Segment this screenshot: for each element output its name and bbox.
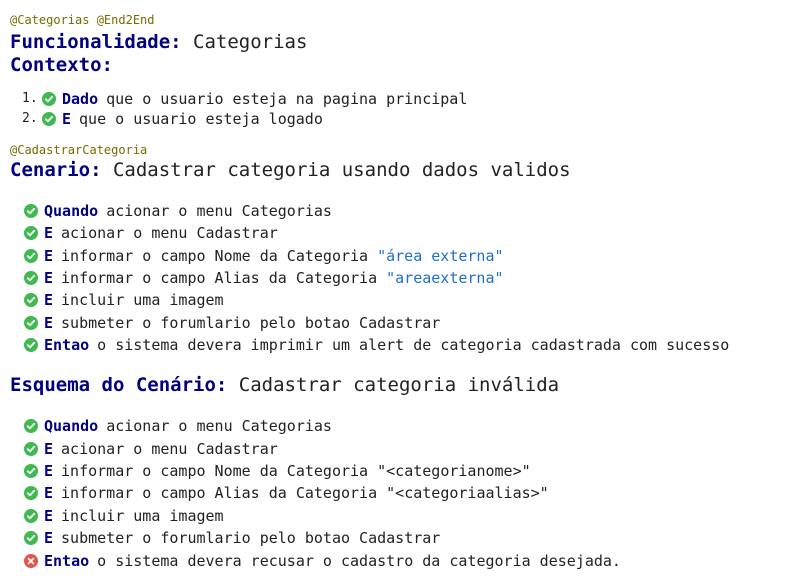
step-keyword: E	[44, 291, 54, 309]
step-number: 2.	[22, 111, 38, 126]
scenario-step: E submeter o forumlario pelo botao Cadas…	[24, 313, 440, 333]
step-text: submeter o forumlario pelo botao Cadastr…	[61, 529, 441, 547]
step-keyword: Entao	[44, 336, 90, 354]
outline-step: Quando acionar o menu Categorias	[24, 416, 332, 436]
check-circle-icon	[24, 531, 38, 545]
check-circle-icon	[42, 112, 56, 126]
step-text: incluir uma imagem	[61, 507, 224, 525]
background-keyword: Contexto:	[10, 54, 113, 76]
step-text: o sistema devera recusar o cadastro da c…	[97, 552, 621, 570]
outline-step: E acionar o menu Cadastrar	[24, 439, 278, 459]
step-text: informar o campo Nome da Categoria "<cat…	[61, 462, 531, 480]
step-argument: "areaexterna"	[386, 269, 504, 287]
scenario-step: E informar o campo Alias da Categoria "a…	[24, 268, 504, 288]
outline-keyword: Esquema do Cenário:	[10, 374, 228, 396]
scenario-heading: Cenario: Cadastrar categoria usando dado…	[10, 158, 571, 182]
check-circle-icon	[24, 316, 38, 330]
step-keyword: E	[62, 110, 72, 128]
step-keyword: E	[44, 247, 54, 265]
step-keyword: E	[44, 314, 54, 332]
check-circle-icon	[24, 442, 38, 456]
step-text: que o usuario esteja na pagina principal	[106, 90, 468, 108]
check-circle-icon	[24, 338, 38, 352]
check-circle-icon	[24, 226, 38, 240]
scenario-name: Cadastrar categoria usando dados validos	[112, 159, 571, 181]
step-text: o sistema devera imprimir um alert de ca…	[97, 336, 730, 354]
outline-step: E informar o campo Nome da Categoria "<c…	[24, 461, 531, 481]
step-text: incluir uma imagem	[61, 291, 224, 309]
step-text: informar o campo Alias da Categoria "<ca…	[61, 484, 549, 502]
scenario-step: E informar o campo Nome da Categoria "ár…	[24, 246, 504, 266]
outline-step: E submeter o forumlario pelo botao Cadas…	[24, 528, 440, 548]
background-heading: Contexto:	[10, 53, 113, 77]
feature-name: Categorias	[193, 31, 308, 53]
step-text: acionar o menu Cadastrar	[61, 224, 278, 242]
scenario-step: Entao o sistema devera imprimir um alert…	[24, 335, 729, 355]
scenario-step: Quando acionar o menu Categorias	[24, 201, 332, 221]
check-circle-icon	[24, 464, 38, 478]
step-keyword: Quando	[44, 417, 99, 435]
step-number: 1.	[22, 91, 38, 106]
step-text: informar o campo Nome da Categoria	[61, 247, 369, 265]
scenario-step: E incluir uma imagem	[24, 290, 224, 310]
check-circle-icon	[24, 271, 38, 285]
step-keyword: E	[44, 462, 54, 480]
step-keyword: Dado	[62, 90, 99, 108]
step-keyword: E	[44, 224, 54, 242]
outline-step: E informar o campo Alias da Categoria "<…	[24, 483, 549, 503]
step-keyword: E	[44, 484, 54, 502]
feature-keyword: Funcionalidade:	[10, 31, 182, 53]
x-circle-icon	[24, 554, 38, 568]
check-circle-icon	[24, 249, 38, 263]
step-argument: "área externa"	[377, 247, 504, 265]
step-keyword: Quando	[44, 202, 99, 220]
scenario-keyword: Cenario:	[10, 159, 102, 181]
background-step: 1. Dado que o usuario esteja na pagina p…	[22, 89, 467, 109]
check-circle-icon	[24, 419, 38, 433]
check-circle-icon	[24, 486, 38, 500]
step-keyword: E	[44, 529, 54, 547]
step-text: acionar o menu Categorias	[106, 202, 332, 220]
check-circle-icon	[24, 293, 38, 307]
step-text: informar o campo Alias da Categoria	[61, 269, 378, 287]
check-circle-icon	[24, 204, 38, 218]
outline-step: Entao o sistema devera recusar o cadastr…	[24, 551, 621, 571]
check-circle-icon	[24, 509, 38, 523]
scenario-tag: @CadastrarCategoria	[10, 143, 148, 157]
step-keyword: Entao	[44, 552, 90, 570]
step-text: que o usuario esteja logado	[79, 110, 323, 128]
step-keyword: E	[44, 440, 54, 458]
outline-name: Cadastrar categoria inválida	[238, 374, 560, 396]
background-step: 2. E que o usuario esteja logado	[22, 109, 323, 129]
step-keyword: E	[44, 507, 54, 525]
check-circle-icon	[42, 92, 56, 106]
step-text: acionar o menu Categorias	[106, 417, 332, 435]
feature-heading: Funcionalidade: Categorias	[10, 30, 307, 54]
step-text: submeter o forumlario pelo botao Cadastr…	[61, 314, 441, 332]
scenario-step: E acionar o menu Cadastrar	[24, 223, 278, 243]
outline-step: E incluir uma imagem	[24, 506, 224, 526]
step-text: acionar o menu Cadastrar	[61, 440, 278, 458]
outline-heading: Esquema do Cenário: Cadastrar categoria …	[10, 373, 559, 397]
step-keyword: E	[44, 269, 54, 287]
feature-tags: @Categorias @End2End	[10, 13, 155, 27]
